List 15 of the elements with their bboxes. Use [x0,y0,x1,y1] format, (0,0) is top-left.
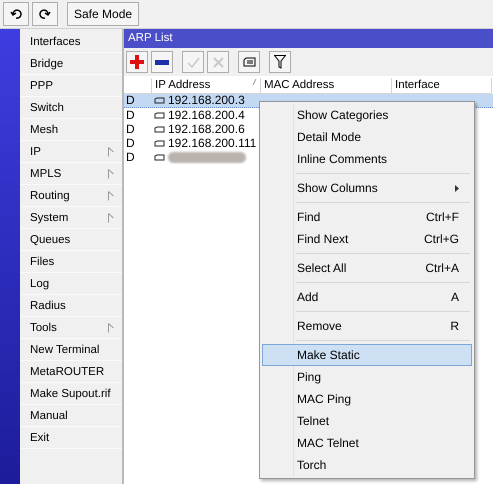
shortcut-label: Ctrl+F [426,210,459,224]
flag-cell-text: D [125,136,136,150]
ip-cell: 192.168.200.6 [168,122,245,136]
flag-cell-text: D [125,150,136,164]
flag-cell-text: D [125,108,136,122]
window-title: ARP List [124,29,493,48]
ip-cell: 192.168.200.3 [168,94,245,107]
shortcut-label: Ctrl+G [424,232,459,246]
flag-cell-text: D [125,94,136,107]
shortcut-label: A [450,290,459,304]
shortcut-label: R [450,319,459,333]
shortcut-label: Ctrl+A [425,261,459,275]
flag-cell-text: D [125,122,136,136]
ip-cell: 192.168.200.111 [168,136,256,150]
ip-cell: 192.168.200.4 [168,108,245,122]
